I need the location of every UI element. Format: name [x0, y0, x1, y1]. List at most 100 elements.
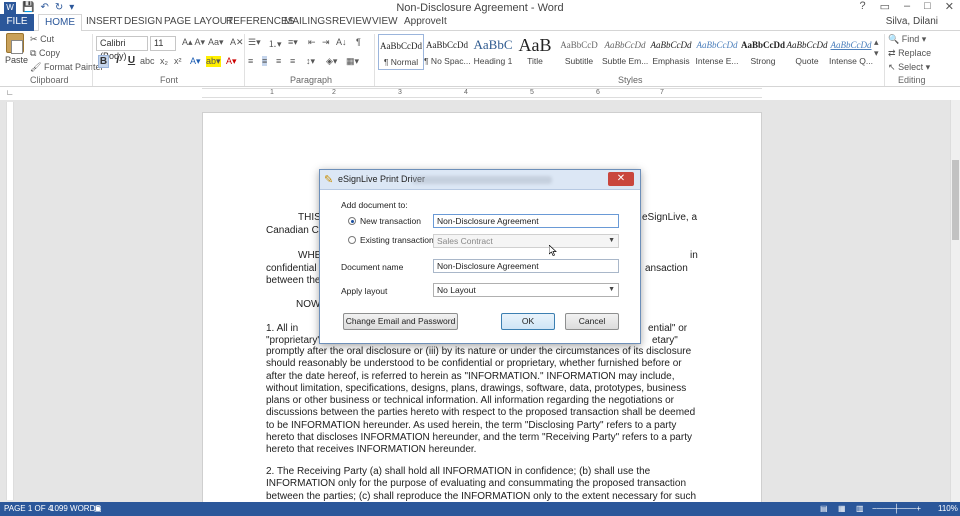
- zoom-slider[interactable]: −───┼───+: [872, 502, 921, 516]
- format-painter-label: Format Painter: [43, 62, 104, 72]
- style-intense-quote[interactable]: AaBbCcDd Intense Q...: [828, 34, 874, 70]
- style-subtitle[interactable]: AaBbCcD Subtitle: [556, 34, 602, 70]
- ribbon-tabs: FILE HOME INSERT DESIGN PAGE LAYOUT REFE…: [0, 14, 960, 32]
- style-name: Title: [527, 56, 543, 66]
- grow-font-icon[interactable]: A▴ A▾: [182, 37, 205, 48]
- user-name[interactable]: Silva, Dilani: [886, 16, 938, 27]
- paste-button[interactable]: Paste: [5, 55, 28, 65]
- existing-transaction-label[interactable]: Existing transaction: [360, 235, 434, 245]
- align-right-icon[interactable]: ≡: [276, 56, 281, 66]
- align-left-icon[interactable]: ≡: [248, 56, 253, 66]
- bullets-icon[interactable]: ☰▾: [248, 37, 261, 48]
- style-subtle-emphasis[interactable]: AaBbCcDd Subtle Em...: [602, 34, 648, 70]
- close-icon[interactable]: ✕: [945, 0, 954, 13]
- show-marks-icon[interactable]: ¶: [356, 37, 361, 47]
- ruler-number: 1: [270, 89, 274, 96]
- style-emphasis[interactable]: AaBbCcDd Emphasis: [648, 34, 694, 70]
- ok-button[interactable]: OK: [501, 313, 555, 330]
- paste-icon[interactable]: [6, 33, 24, 54]
- shading-icon[interactable]: ◈▾: [326, 56, 337, 67]
- ruler-number: 2: [332, 89, 336, 96]
- select-button[interactable]: ↖ Select ▾: [888, 62, 930, 73]
- clear-formatting-icon[interactable]: A✕: [230, 37, 244, 48]
- tab-approveit[interactable]: ApproveIt: [398, 14, 453, 31]
- window-controls: ? ▭ – □ ✕: [859, 0, 954, 13]
- increase-indent-icon[interactable]: ⇥: [322, 37, 330, 48]
- copy-button[interactable]: ⧉ Copy: [30, 48, 60, 59]
- numbering-icon[interactable]: ⒈▾: [268, 37, 282, 50]
- ribbon-display-icon[interactable]: ▭: [880, 0, 890, 13]
- italic-button[interactable]: I: [112, 55, 123, 66]
- replace-label: Replace: [898, 48, 932, 58]
- tab-selector-icon[interactable]: ∟: [6, 88, 14, 97]
- find-button[interactable]: 🔍 Find ▾: [888, 34, 926, 45]
- style-title[interactable]: AaB Title: [512, 34, 558, 70]
- style-no-spacing[interactable]: AaBbCcDd ¶ No Spac...: [424, 34, 470, 70]
- borders-icon[interactable]: ▦▾: [346, 56, 359, 67]
- highlight-icon[interactable]: ab▾: [206, 56, 221, 67]
- proofing-icon[interactable]: ▣: [94, 502, 102, 516]
- change-email-password-button[interactable]: Change Email and Password: [343, 313, 458, 330]
- new-transaction-radio[interactable]: [348, 217, 356, 225]
- styles-group-label: Styles: [618, 75, 643, 85]
- justify-icon[interactable]: ≡: [290, 56, 295, 66]
- superscript-icon[interactable]: x²: [174, 56, 182, 66]
- existing-transaction-radio[interactable]: [348, 236, 356, 244]
- font-name-select[interactable]: Calibri (Body): [96, 36, 148, 61]
- minimize-icon[interactable]: –: [904, 0, 910, 13]
- web-layout-icon[interactable]: ▥: [856, 502, 864, 516]
- tab-home[interactable]: HOME: [38, 14, 82, 32]
- dialog-close-button[interactable]: ✕: [608, 172, 634, 186]
- font-color-icon[interactable]: A▾: [226, 56, 237, 67]
- dialog-body: Add document to: New transaction Non-Dis…: [322, 191, 638, 341]
- font-size-select[interactable]: 11: [150, 36, 176, 51]
- ruler-number: 7: [660, 89, 664, 96]
- strikethrough-icon[interactable]: abc: [140, 56, 155, 66]
- new-transaction-name-input[interactable]: Non-Disclosure Agreement: [433, 214, 619, 228]
- multilevel-list-icon[interactable]: ≡▾: [288, 37, 298, 48]
- apply-layout-select[interactable]: No Layout ▼: [433, 283, 619, 297]
- zoom-level[interactable]: 110%: [938, 502, 958, 516]
- page-count[interactable]: PAGE 1 OF 4: [4, 502, 52, 516]
- horizontal-ruler[interactable]: 1 2 3 4 5 6 7: [202, 88, 762, 98]
- print-layout-icon[interactable]: ▦: [838, 502, 846, 516]
- existing-transaction-select: Sales Contract ▼: [433, 234, 619, 248]
- style-name: Subtle Em...: [602, 56, 648, 66]
- sort-icon[interactable]: A↓: [336, 37, 347, 47]
- read-mode-icon[interactable]: ▤: [820, 502, 828, 516]
- text-effects-icon[interactable]: A▾: [190, 56, 201, 67]
- doc-line: eSignLive, a: [642, 212, 698, 223]
- style-intense-emphasis[interactable]: AaBbCcDd Intense E...: [694, 34, 740, 70]
- underline-button[interactable]: U: [126, 55, 137, 66]
- doc-line: in: [690, 250, 698, 261]
- decrease-indent-icon[interactable]: ⇤: [308, 37, 316, 48]
- align-center-icon[interactable]: ≡: [262, 56, 268, 66]
- styles-scroll-icon[interactable]: ▴ ▾: [874, 37, 879, 59]
- cut-button[interactable]: ✂ Cut: [30, 34, 54, 45]
- ruler-number: 4: [464, 89, 468, 96]
- select-icon: ↖: [888, 62, 896, 72]
- help-icon[interactable]: ?: [859, 0, 865, 13]
- dialog-title-bar[interactable]: ✎ eSignLive Print Driver ✕: [320, 170, 640, 190]
- style-heading-1[interactable]: AaBbC Heading 1: [470, 34, 516, 70]
- ruler-number: 6: [596, 89, 600, 96]
- scroll-thumb[interactable]: [952, 160, 959, 240]
- new-transaction-label[interactable]: New transaction: [360, 216, 421, 226]
- style-normal[interactable]: AaBbCcDd ¶ Normal: [378, 34, 424, 70]
- replace-button[interactable]: ⇄ Replace: [888, 48, 931, 59]
- style-name: Intense Q...: [829, 56, 873, 66]
- cancel-button[interactable]: Cancel: [565, 313, 619, 330]
- existing-transaction-value: Sales Contract: [437, 236, 493, 246]
- document-name-input[interactable]: Non-Disclosure Agreement: [433, 259, 619, 273]
- binoculars-icon: 🔍: [888, 34, 900, 44]
- vertical-ruler[interactable]: [6, 102, 14, 500]
- style-quote[interactable]: AaBbCcDd Quote: [784, 34, 830, 70]
- vertical-scrollbar[interactable]: [950, 100, 960, 502]
- bold-button[interactable]: B: [98, 55, 109, 68]
- line-spacing-icon[interactable]: ↕▾: [306, 56, 315, 67]
- tab-file[interactable]: FILE: [0, 14, 34, 31]
- style-strong[interactable]: AaBbCcDd Strong: [740, 34, 786, 70]
- subscript-icon[interactable]: x₂: [160, 56, 168, 66]
- maximize-icon[interactable]: □: [924, 0, 931, 13]
- change-case-icon[interactable]: Aa▾: [208, 37, 224, 48]
